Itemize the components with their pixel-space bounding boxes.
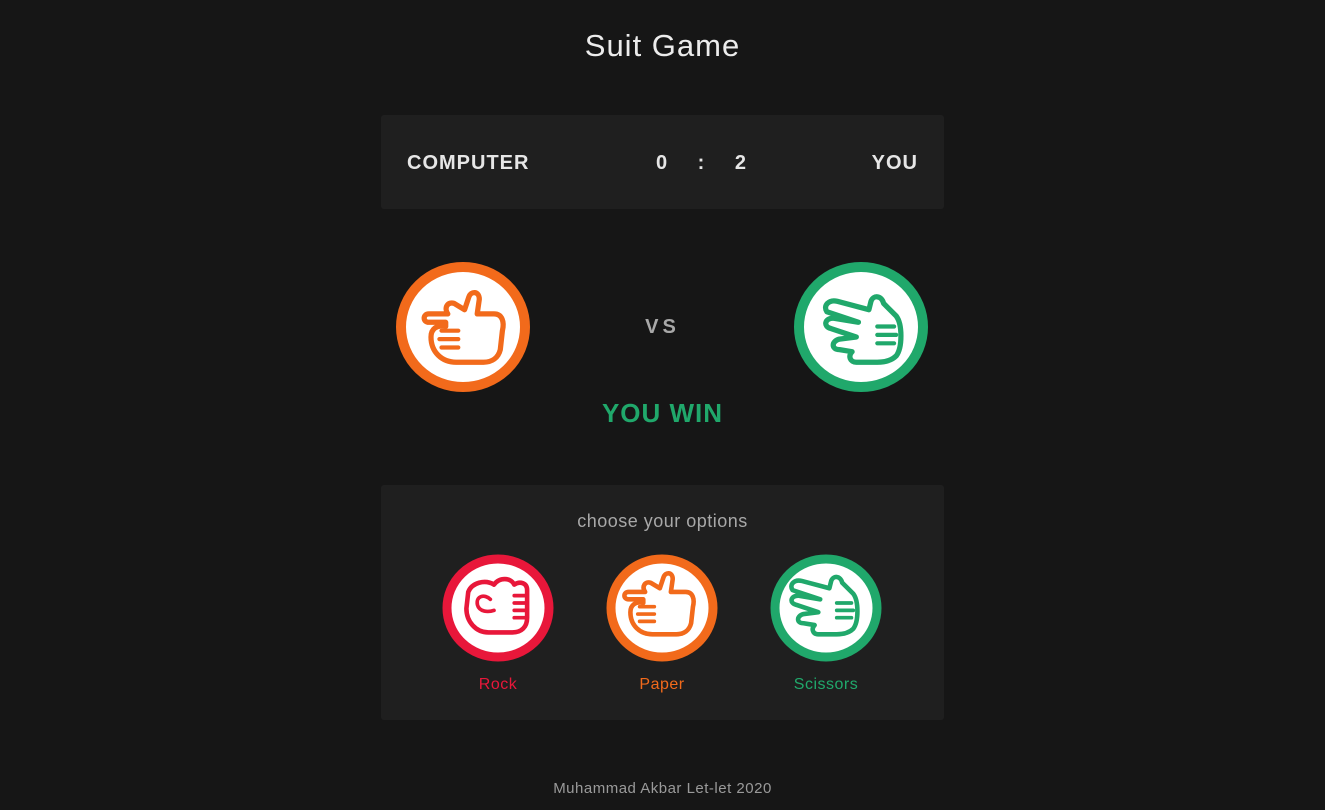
- scissors-option-button[interactable]: Scissors: [766, 553, 886, 699]
- paper-option-label[interactable]: Paper: [602, 676, 722, 694]
- computer-label: COMPUTER: [407, 152, 530, 174]
- score-separator: :: [697, 152, 705, 174]
- vs-label: VS: [645, 316, 680, 338]
- options-title: choose your options: [577, 511, 748, 531]
- rock-option-button[interactable]: Rock: [438, 553, 558, 699]
- scissors-hand-icon[interactable]: [770, 553, 882, 663]
- score-display: 0 : 2: [656, 152, 746, 175]
- computer-score: 0: [656, 152, 668, 174]
- scissors-option-label[interactable]: Scissors: [766, 676, 886, 694]
- paper-option-button[interactable]: Paper: [602, 553, 722, 699]
- rock-hand-icon[interactable]: [442, 553, 554, 663]
- paper-hand-icon[interactable]: [606, 553, 718, 663]
- scoreboard: COMPUTER 0 : 2 YOU: [381, 115, 944, 209]
- page-title: Suit Game: [584, 28, 741, 63]
- player-choice-scissors-icon: [794, 262, 928, 392]
- rock-option-label[interactable]: Rock: [438, 676, 558, 694]
- options-panel: choose your options Rock Paper Scissors: [381, 485, 944, 720]
- player-score: 2: [734, 152, 746, 174]
- result-text: YOU WIN: [601, 398, 724, 428]
- footer-credit: Muhammad Akbar Let-let 2020: [553, 780, 772, 797]
- player-label: YOU: [871, 152, 918, 174]
